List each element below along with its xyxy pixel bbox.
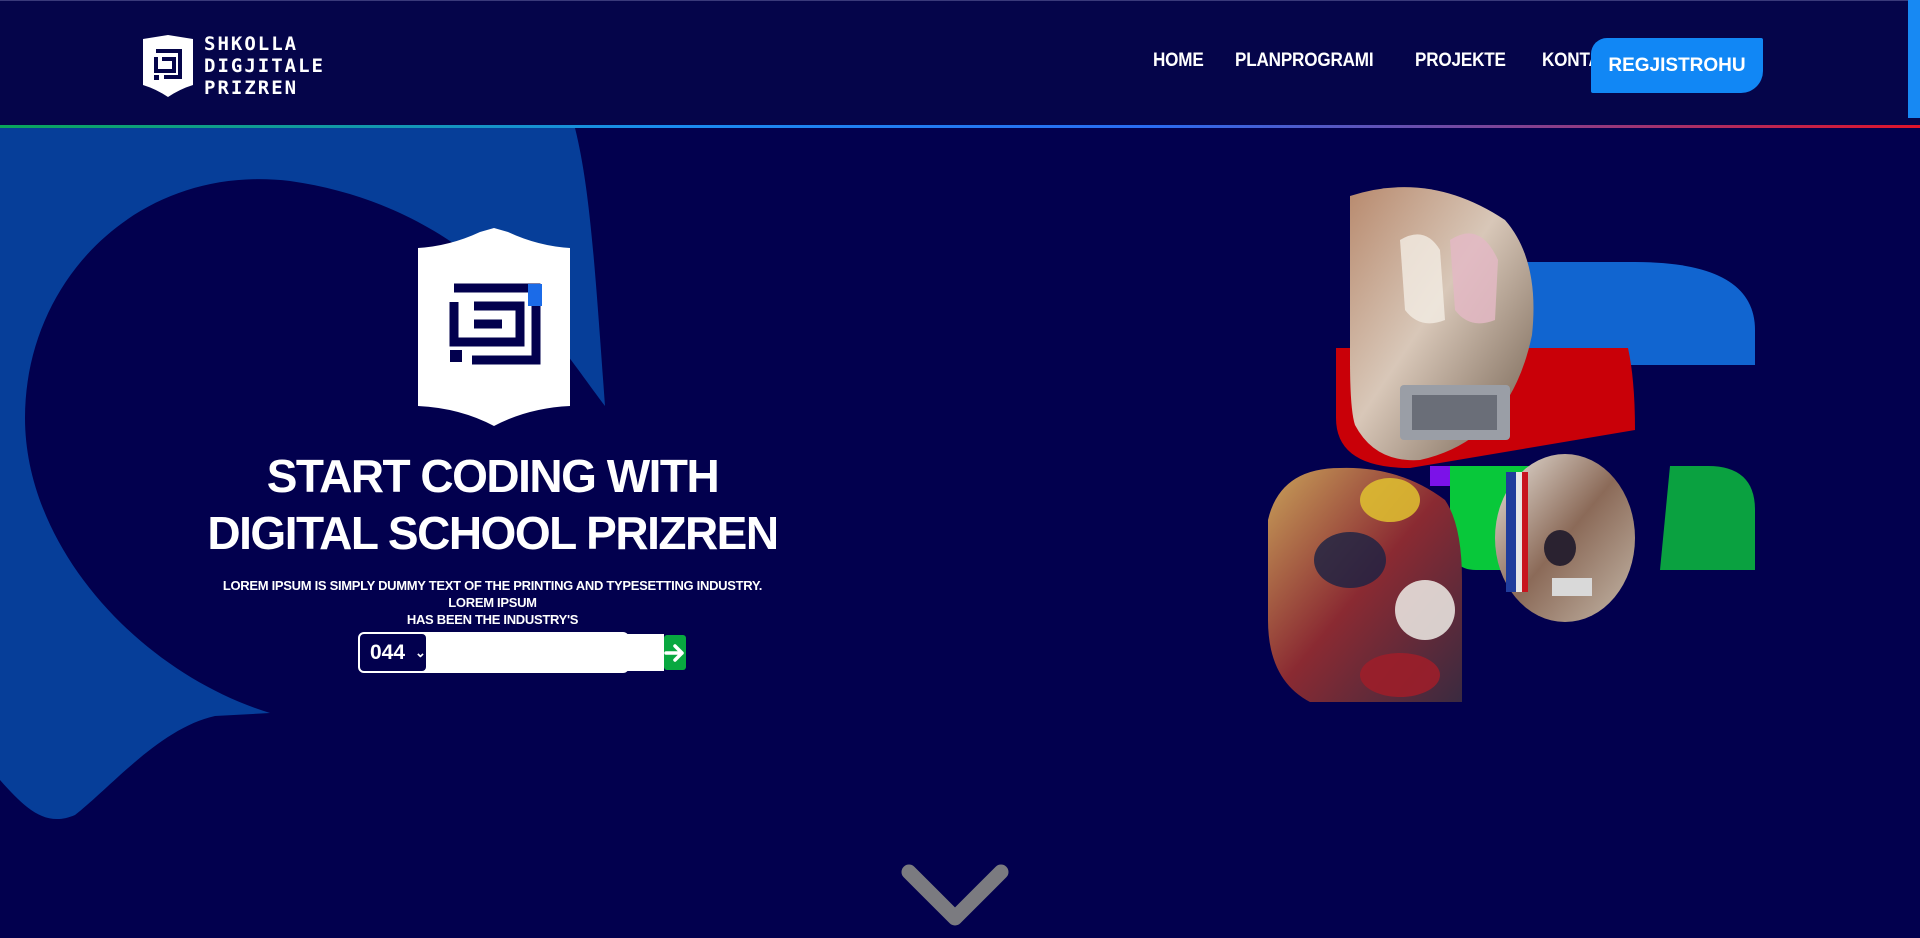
nav-home[interactable]: HOME [1153, 50, 1204, 72]
hero-subtitle-line-1: LOREM IPSUM IS SIMPLY DUMMY TEXT OF THE … [222, 578, 763, 610]
nav-planprogrami[interactable]: PLANPROGRAMI [1235, 50, 1374, 72]
hero-title: START CODING WITH DIGITAL SCHOOL PRIZREN [200, 448, 785, 562]
phone-prefix-select[interactable]: 044 ⌄ [360, 634, 426, 671]
logo-wordmark: SHKOLLA DIGJITALE PRIZREN [204, 33, 325, 99]
logo-line-3: PRIZREN [204, 77, 299, 99]
photo-girls-computer [1350, 187, 1534, 461]
site-logo[interactable]: SHKOLLA DIGJITALE PRIZREN [140, 33, 325, 99]
chevron-down-icon: ⌄ [415, 644, 426, 660]
register-button[interactable]: REGJISTROHU [1591, 38, 1763, 93]
phone-signup-form: 044 ⌄ [358, 632, 686, 673]
phone-number-input[interactable] [425, 634, 664, 671]
page-scrollbar-thumb[interactable] [1908, 0, 1920, 118]
hero-subtitle-line-2: HAS BEEN THE INDUSTRY'S [406, 612, 579, 627]
hero-title-line-1: START CODING WITH [266, 450, 720, 502]
logo-line-2: DIGJITALE [204, 55, 325, 77]
photo-kids-chairs [1268, 467, 1462, 702]
photo-computer-lab [1495, 454, 1635, 622]
scroll-down-chevron-icon[interactable] [901, 862, 1009, 932]
hero-title-line-2: DIGITAL SCHOOL PRIZREN [207, 507, 779, 559]
hero-subtitle: LOREM IPSUM IS SIMPLY DUMMY TEXT OF THE … [205, 577, 780, 628]
collage-green-shape-right [1660, 466, 1755, 570]
arrow-right-icon [664, 643, 684, 662]
hero-shield-logo-icon [418, 228, 570, 426]
phone-prefix-value: 044 [370, 640, 406, 664]
site-header: SHKOLLA DIGJITALE PRIZREN HOME PLANPROGR… [0, 0, 1920, 126]
submit-phone-button[interactable] [663, 635, 686, 670]
photo-collage [1268, 187, 1755, 702]
logo-line-1: SHKOLLA [204, 33, 299, 55]
shield-logo-icon [143, 35, 193, 97]
main-nav: HOME PLANPROGRAMI PROJEKTE KONTAKTI [1153, 50, 1637, 72]
nav-projekte[interactable]: PROJEKTE [1415, 50, 1506, 72]
